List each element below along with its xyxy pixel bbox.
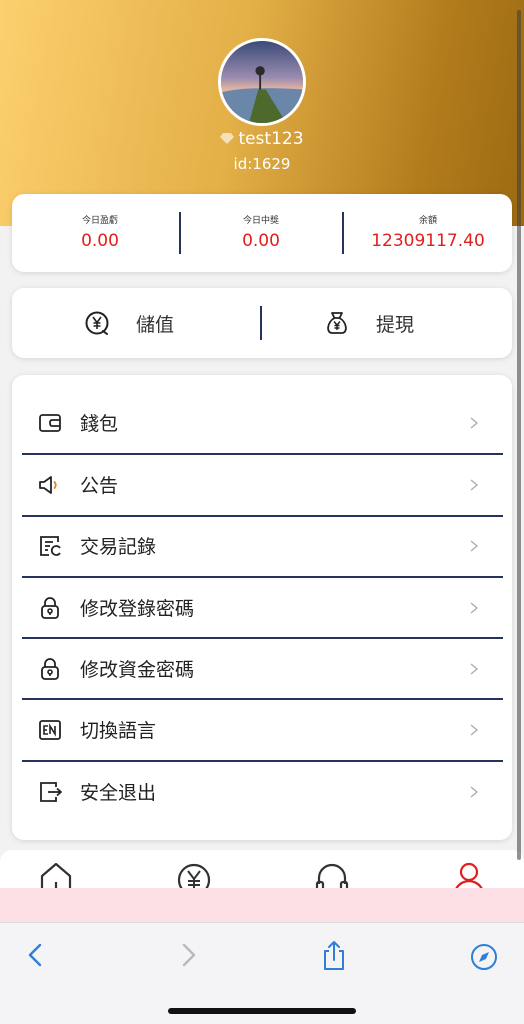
money-bag-icon: [327, 312, 347, 334]
logout-icon: [36, 778, 64, 806]
menu-item-transactions[interactable]: 交易記錄: [22, 515, 503, 576]
stat-label: 今日盈虧: [81, 216, 118, 226]
headset-icon[interactable]: [314, 860, 350, 890]
vip-diamond-icon: [220, 133, 235, 144]
deposit-yen-icon: [85, 311, 109, 335]
deposit-label: 儲值: [136, 313, 175, 336]
menu-item-announcements[interactable]: 公告: [22, 454, 503, 515]
lock-icon: [36, 594, 64, 622]
chevron-right-icon: [470, 663, 479, 674]
home-indicator: [168, 1008, 356, 1014]
stat-today-profit: 今日盈虧 0.00: [12, 194, 188, 272]
menu-item-switch-language[interactable]: 切換語言: [22, 699, 503, 760]
menu-item-label: 公告: [80, 475, 119, 497]
stat-label: 今日中獎: [242, 216, 279, 226]
chevron-right-icon: [470, 602, 479, 613]
user-id: id:1629: [233, 155, 291, 173]
scrollbar[interactable]: [517, 10, 521, 860]
speaker-icon: [36, 471, 64, 499]
chevron-right-icon: [470, 540, 479, 551]
chevron-right-icon: [470, 417, 479, 428]
menu-item-change-fund-password[interactable]: 修改資金密碼: [22, 638, 503, 699]
chevron-right-icon: [470, 724, 479, 735]
menu-item-change-login-password[interactable]: 修改登錄密碼: [22, 577, 503, 638]
stat-value: 12309117.40: [371, 231, 485, 251]
menu-item-label: 錢包: [80, 413, 119, 435]
stat-balance: 余額 12309117.40: [344, 194, 512, 272]
wallet-icon: [36, 409, 64, 437]
menu-item-wallet[interactable]: 錢包: [22, 392, 503, 453]
share-icon[interactable]: [318, 939, 350, 971]
overlay-banner: [0, 888, 524, 922]
username-line: test123: [0, 129, 524, 149]
avatar[interactable]: [218, 38, 306, 126]
lock-icon: [36, 655, 64, 683]
menu-item-label: 修改資金密碼: [80, 659, 195, 681]
yen-icon[interactable]: [176, 860, 212, 890]
stat-label: 余額: [418, 216, 437, 226]
records-icon: [36, 532, 64, 560]
language-en-icon: [36, 716, 64, 744]
home-icon[interactable]: [38, 860, 74, 890]
menu-item-logout[interactable]: 安全退出: [22, 761, 503, 822]
stat-today-winnings: 今日中獎 0.00: [180, 194, 342, 272]
profile-header: test123 id:1629: [0, 0, 524, 226]
stat-value: 0.00: [81, 231, 119, 251]
back-icon[interactable]: [20, 939, 52, 971]
user-icon[interactable]: [451, 860, 487, 890]
menu-item-label: 交易記錄: [80, 536, 157, 558]
avatar-image: [221, 41, 303, 123]
menu-item-label: 安全退出: [80, 782, 157, 804]
bottom-tab-bar: [0, 850, 524, 890]
menu-item-label: 修改登錄密碼: [80, 598, 195, 620]
username: test123: [238, 129, 304, 149]
stat-value: 0.00: [242, 231, 280, 251]
actions-card: 儲值 提現: [12, 288, 512, 358]
menu-card: 錢包 公告 交易記錄 修改登錄密碼 修改資金密碼 切換語言 安全退出: [12, 375, 512, 840]
deposit-button[interactable]: 儲值: [84, 288, 174, 358]
chevron-right-icon: [470, 479, 479, 490]
divider: [260, 306, 262, 340]
withdraw-label: 提現: [376, 313, 415, 336]
compass-icon[interactable]: [468, 939, 500, 971]
chevron-right-icon: [470, 786, 479, 797]
withdraw-button[interactable]: 提現: [324, 288, 414, 358]
stats-card: 今日盈虧 0.00 今日中獎 0.00 余額 12309117.40: [12, 194, 512, 272]
menu-item-label: 切換語言: [80, 720, 157, 742]
forward-icon[interactable]: [172, 939, 204, 971]
